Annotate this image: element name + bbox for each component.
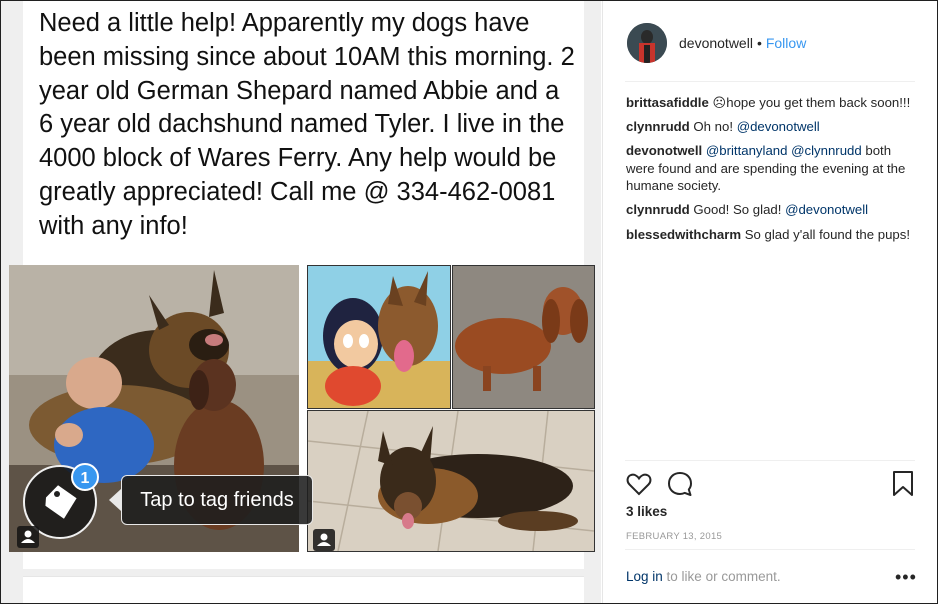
post-date[interactable]: FEBRUARY 13, 2015	[626, 531, 722, 542]
more-options-icon[interactable]: •••	[895, 567, 917, 588]
post-side-panel: devonotwell • Follow brittasafiddle ☹hope …	[602, 1, 937, 603]
comment-username[interactable]: blessedwithcharm	[626, 227, 741, 242]
comment-username[interactable]: brittasafiddle	[626, 95, 709, 110]
post-media-area: Need a little help! Apparently my dogs h…	[1, 1, 601, 603]
post-media-bottom	[23, 576, 584, 603]
like-count[interactable]: 3 likes	[626, 504, 667, 519]
divider	[625, 81, 915, 82]
comment-text: Oh no!	[693, 119, 737, 135]
comment-username[interactable]: clynnrudd	[626, 202, 690, 217]
tag-count-badge: 1	[71, 463, 99, 491]
comment-mention[interactable]: @devonotwell	[785, 202, 868, 217]
photo-dachshund	[452, 265, 595, 409]
instagram-post-modal: Need a little help! Apparently my dogs h…	[0, 0, 938, 604]
comment-mention[interactable]: @clynnrudd	[791, 143, 862, 158]
tag-tooltip-arrow	[109, 489, 121, 511]
comment-text: ☹hope you get them back soon!!!	[712, 95, 911, 110]
comment-item: brittasafiddle ☹hope you get them back s…	[626, 94, 918, 112]
comment-icon[interactable]	[666, 470, 694, 498]
photo-german-shepherd	[307, 410, 595, 552]
comment-item: blessedwithcharm So glad y'all found the…	[626, 226, 918, 244]
comment-username[interactable]: devonotwell	[626, 143, 702, 158]
header-separator: •	[756, 35, 762, 51]
comment-item: devonotwell @brittanyland @clynnrudd bot…	[626, 142, 918, 195]
comment-mention[interactable]: @brittanyland	[706, 143, 788, 158]
comment-item: clynnrudd Oh no! @devonotwell	[626, 118, 918, 136]
post-image-text: Need a little help! Apparently my dogs h…	[39, 9, 575, 240]
bookmark-icon[interactable]	[891, 470, 915, 498]
login-link[interactable]: Log in	[626, 569, 663, 584]
user-tag-icon[interactable]	[313, 529, 335, 551]
tag-friends-tooltip[interactable]: Tap to tag friends	[121, 475, 313, 525]
login-prompt-text: to like or comment.	[662, 569, 781, 584]
comment-mention[interactable]: @devonotwell	[737, 119, 820, 134]
follow-button[interactable]: Follow	[766, 35, 806, 51]
comment-item: clynnrudd Good! So glad! @devonotwell	[626, 201, 918, 219]
heart-icon[interactable]	[625, 470, 653, 498]
divider	[625, 549, 915, 550]
comment-text: Good! So glad!	[693, 202, 786, 218]
avatar[interactable]	[627, 23, 667, 63]
comment-list: brittasafiddle ☹hope you get them back s…	[626, 94, 918, 250]
header-username[interactable]: devonotwell	[679, 35, 753, 51]
post-header: devonotwell • Follow	[679, 35, 806, 51]
divider	[625, 460, 915, 461]
photo-cartoon-girl-and-dog	[307, 265, 451, 409]
login-prompt: Log in to like or comment.	[626, 569, 781, 584]
comment-text: So glad y'all found the pups!	[744, 226, 911, 242]
user-tag-icon[interactable]	[17, 526, 39, 548]
comment-username[interactable]: clynnrudd	[626, 119, 690, 134]
